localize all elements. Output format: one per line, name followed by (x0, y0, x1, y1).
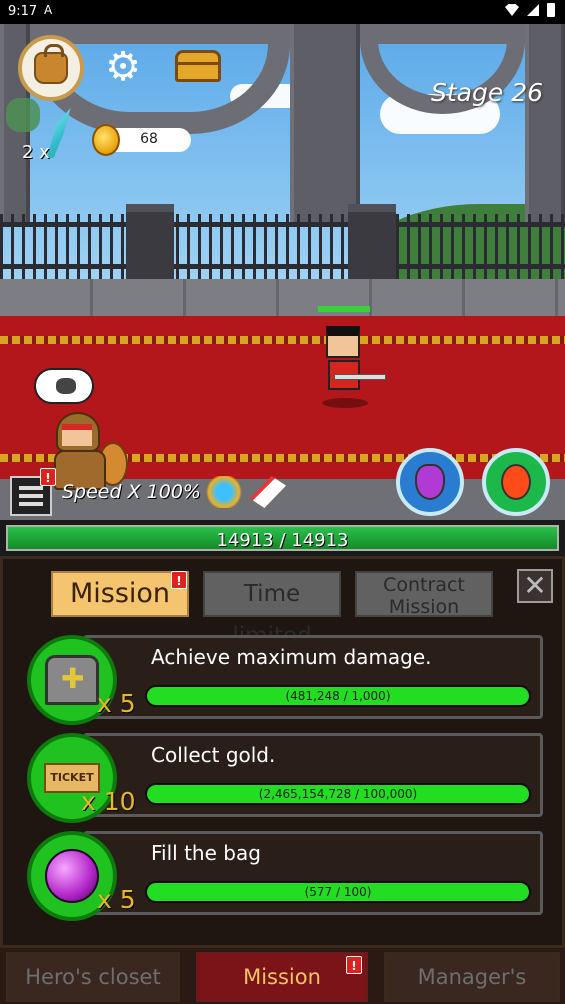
fence-post (126, 204, 174, 279)
speed-label: Speed X 100% (62, 481, 201, 503)
purple-potion-icon (415, 464, 445, 500)
signal-icon (527, 4, 539, 16)
mission-title: Collect gold. (151, 743, 276, 767)
mission-progress-text: (481,248 / 1,000) (285, 689, 391, 703)
purple-potion-button[interactable] (396, 448, 464, 516)
settings-gear-icon[interactable]: ⚙ (104, 47, 142, 87)
player-hp-section: 14913 / 14913 (0, 520, 565, 556)
mission-item[interactable]: x 5 Fill the bag (577 / 100) (27, 831, 543, 921)
ore-icon (56, 378, 76, 394)
nav-mission[interactable]: Mission (196, 952, 368, 1002)
mission-progress-text: (577 / 100) (304, 885, 372, 899)
mission-panel: Mission ! Time limited Contract Mission … (0, 556, 565, 948)
mission-progress-bar: (481,248 / 1,000) (145, 685, 531, 707)
tab-contract-line1: Contract (383, 574, 465, 596)
mission-progress-bar: (2,465,154,728 / 100,000) (145, 783, 531, 805)
mission-item[interactable]: x 5 Achieve maximum damage. (481,248 / 1… (27, 635, 543, 725)
notification-a-icon: A (44, 3, 53, 17)
red-potion-button[interactable] (482, 448, 550, 516)
mission-multiplier: x 5 (97, 689, 136, 718)
speech-bubble (34, 368, 94, 404)
mission-tab-alert-badge: ! (171, 571, 187, 589)
gold-coin-icon (92, 124, 120, 156)
sword-icon (334, 374, 386, 380)
hero-character (314, 318, 390, 408)
mission-title: Achieve maximum damage. (151, 645, 432, 669)
mission-progress-text: (2,465,154,728 / 100,000) (258, 787, 418, 801)
bottom-nav: Hero's closet Mission ! Manager's closet (0, 948, 565, 1004)
tab-contract-line2: Mission (388, 596, 460, 618)
hero-hp-bar (318, 306, 370, 312)
treasure-chest-icon[interactable] (175, 50, 221, 82)
bag-button[interactable] (18, 35, 84, 101)
status-bar: 9:17 A (0, 0, 565, 24)
multiplier-label: 2 x (22, 142, 50, 163)
menu-alert-badge: ! (40, 468, 56, 486)
player-hp-bar: 14913 / 14913 (6, 525, 559, 551)
close-button[interactable]: ✕ (517, 569, 553, 603)
wifi-icon (505, 4, 519, 16)
mission-item[interactable]: TICKET x 10 Collect gold. (2,465,154,728… (27, 733, 543, 823)
backpack-icon (34, 44, 68, 84)
stage-label: Stage 26 (431, 78, 543, 107)
red-potion-icon (501, 464, 531, 500)
fence-post (348, 204, 396, 279)
tab-contract-mission[interactable]: Contract Mission (355, 571, 493, 618)
gold-amount: 68 (140, 131, 158, 147)
tomb-icon (45, 655, 99, 705)
player-hp-text: 14913 / 14913 (216, 530, 349, 551)
clover-icon (6, 98, 40, 132)
mission-multiplier: x 10 (81, 787, 136, 816)
nav-managers-closet[interactable]: Manager's closet (384, 952, 560, 1002)
crystal-buff-icon (204, 476, 244, 508)
nav-mission-alert-badge: ! (346, 956, 362, 974)
mission-multiplier: x 5 (97, 885, 136, 914)
nav-heros-closet[interactable]: Hero's closet (6, 952, 180, 1002)
game-scene[interactable]: ⚙ 2 x 68 Stage 26 ! Speed X 100% (0, 24, 565, 524)
tab-time-limited[interactable]: Time limited (203, 571, 341, 649)
mission-progress-bar: (577 / 100) (145, 881, 531, 903)
gem-icon (45, 849, 99, 903)
battery-icon (547, 3, 555, 17)
tab-mission[interactable]: Mission (51, 571, 189, 617)
status-time: 9:17 (8, 4, 38, 19)
mission-title: Fill the bag (151, 841, 261, 865)
